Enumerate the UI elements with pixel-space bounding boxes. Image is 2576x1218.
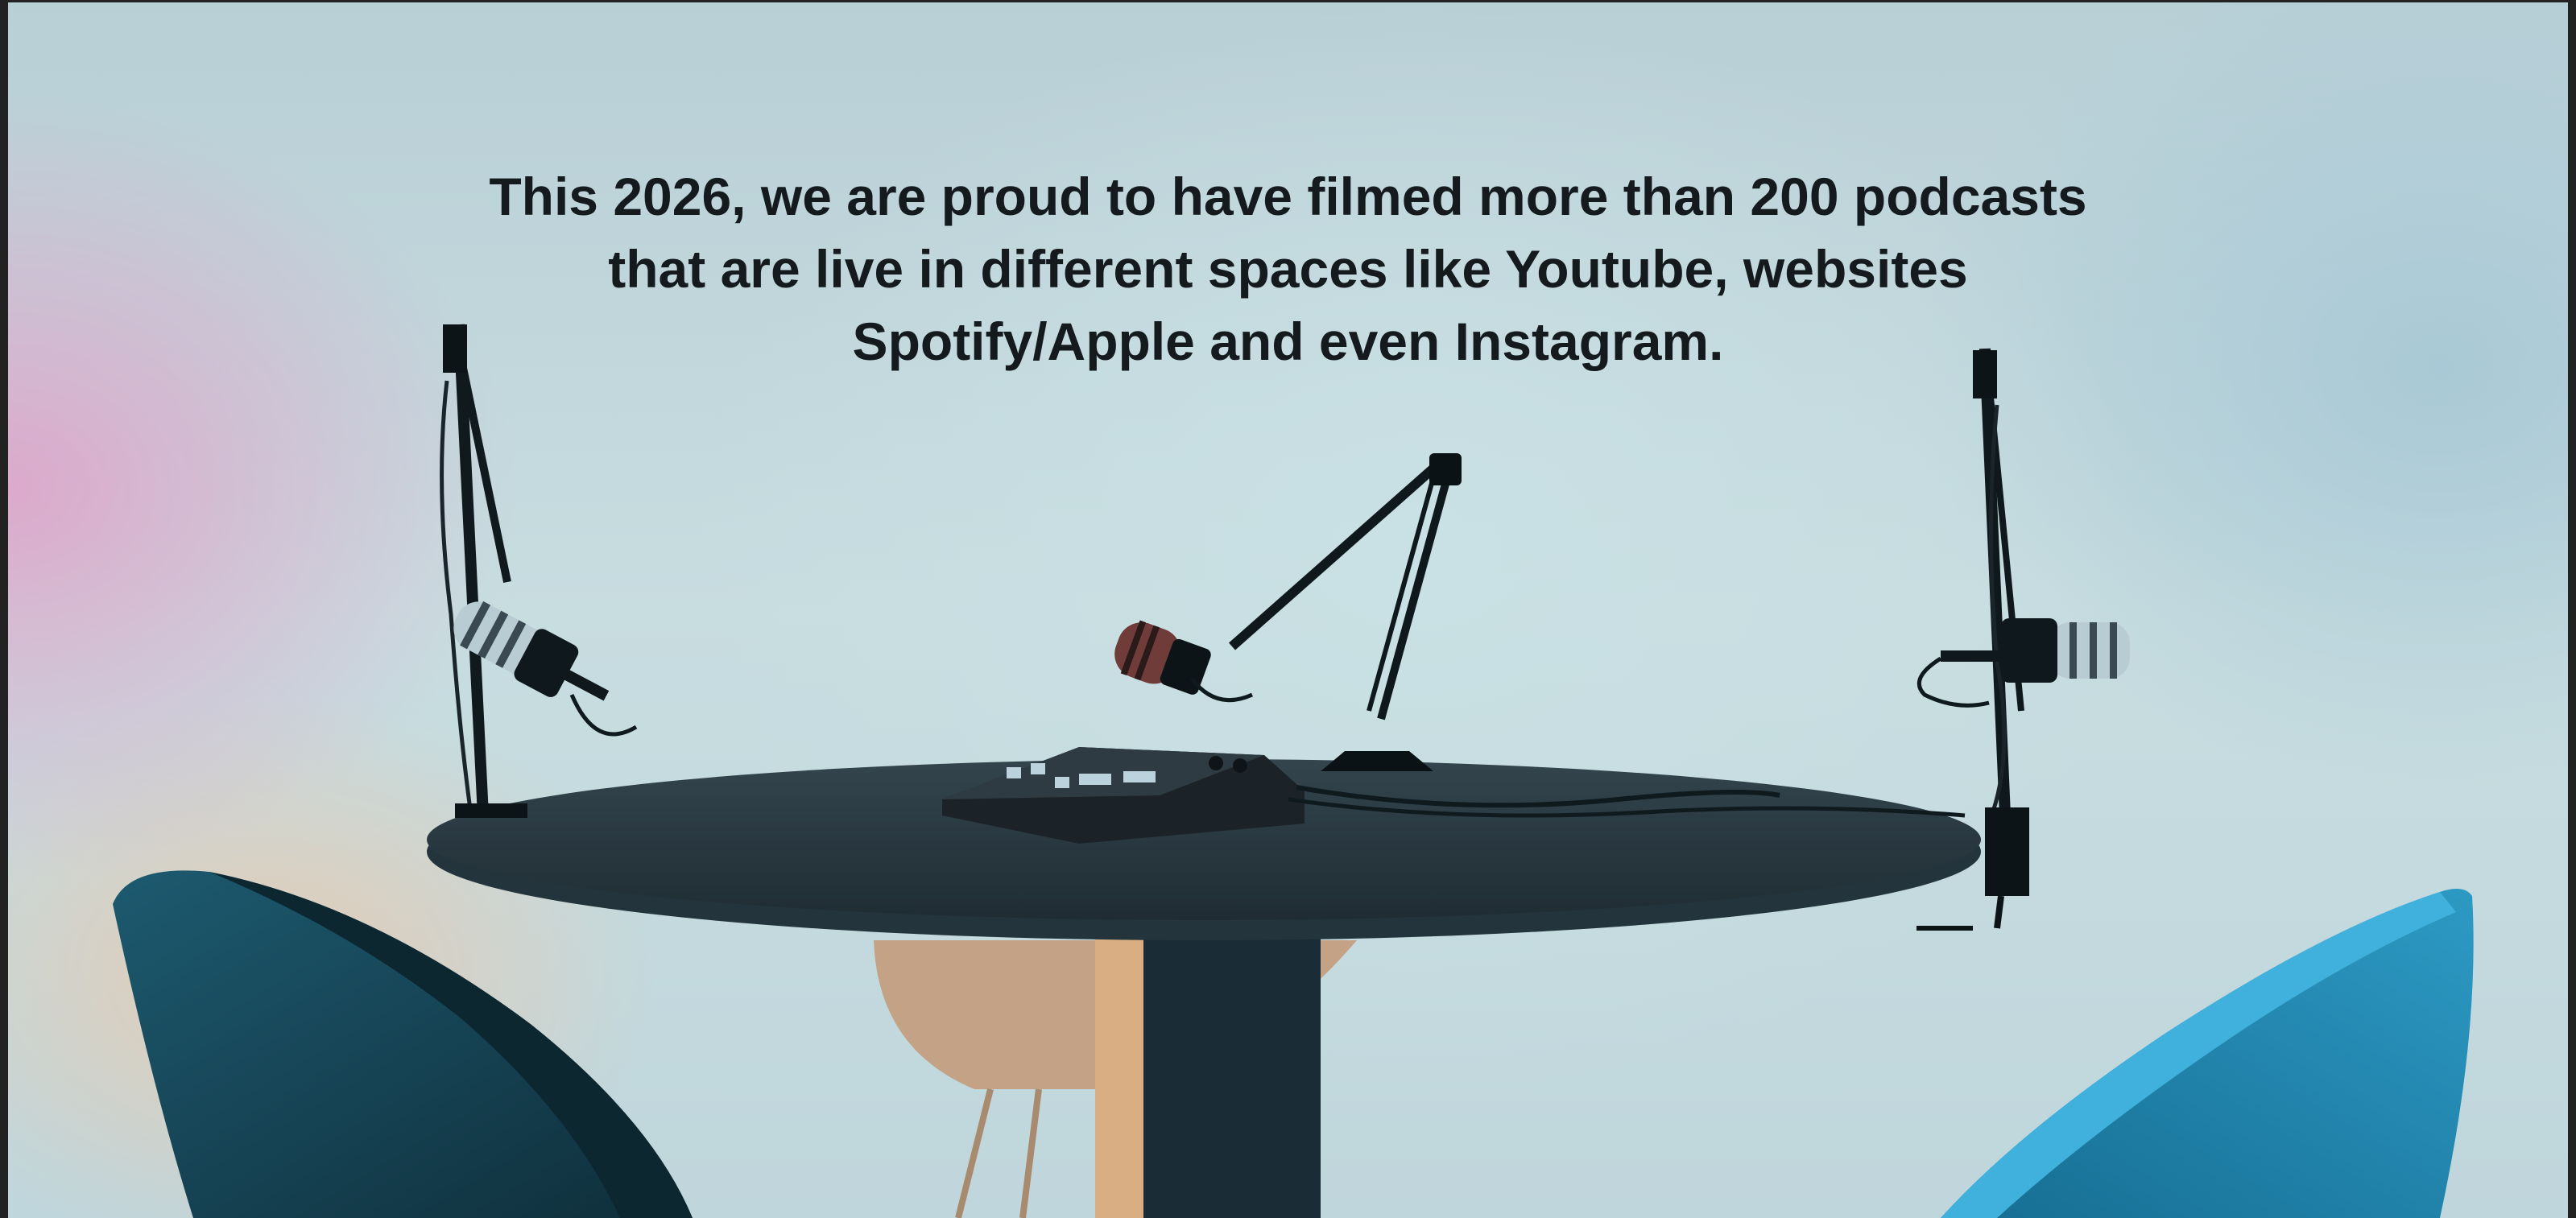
headline-text: This 2026, we are proud to have filmed m…	[8, 160, 2568, 378]
left-microphone-boom	[440, 324, 638, 818]
right-chair	[1941, 889, 2474, 1218]
headline-line-3: Spotify/Apple and even Instagram.	[852, 312, 1724, 371]
headline-line-1: This 2026, we are proud to have filmed m…	[489, 167, 2087, 226]
headline-line-2: that are live in different spaces like Y…	[608, 239, 1968, 299]
center-microphone-boom	[1114, 453, 1462, 771]
podcast-studio-photo: This 2026, we are proud to have filmed m…	[8, 2, 2568, 1218]
left-chair	[113, 870, 693, 1218]
table-pedestal	[1095, 928, 1321, 1218]
page-frame: This 2026, we are proud to have filmed m…	[0, 0, 2576, 1218]
